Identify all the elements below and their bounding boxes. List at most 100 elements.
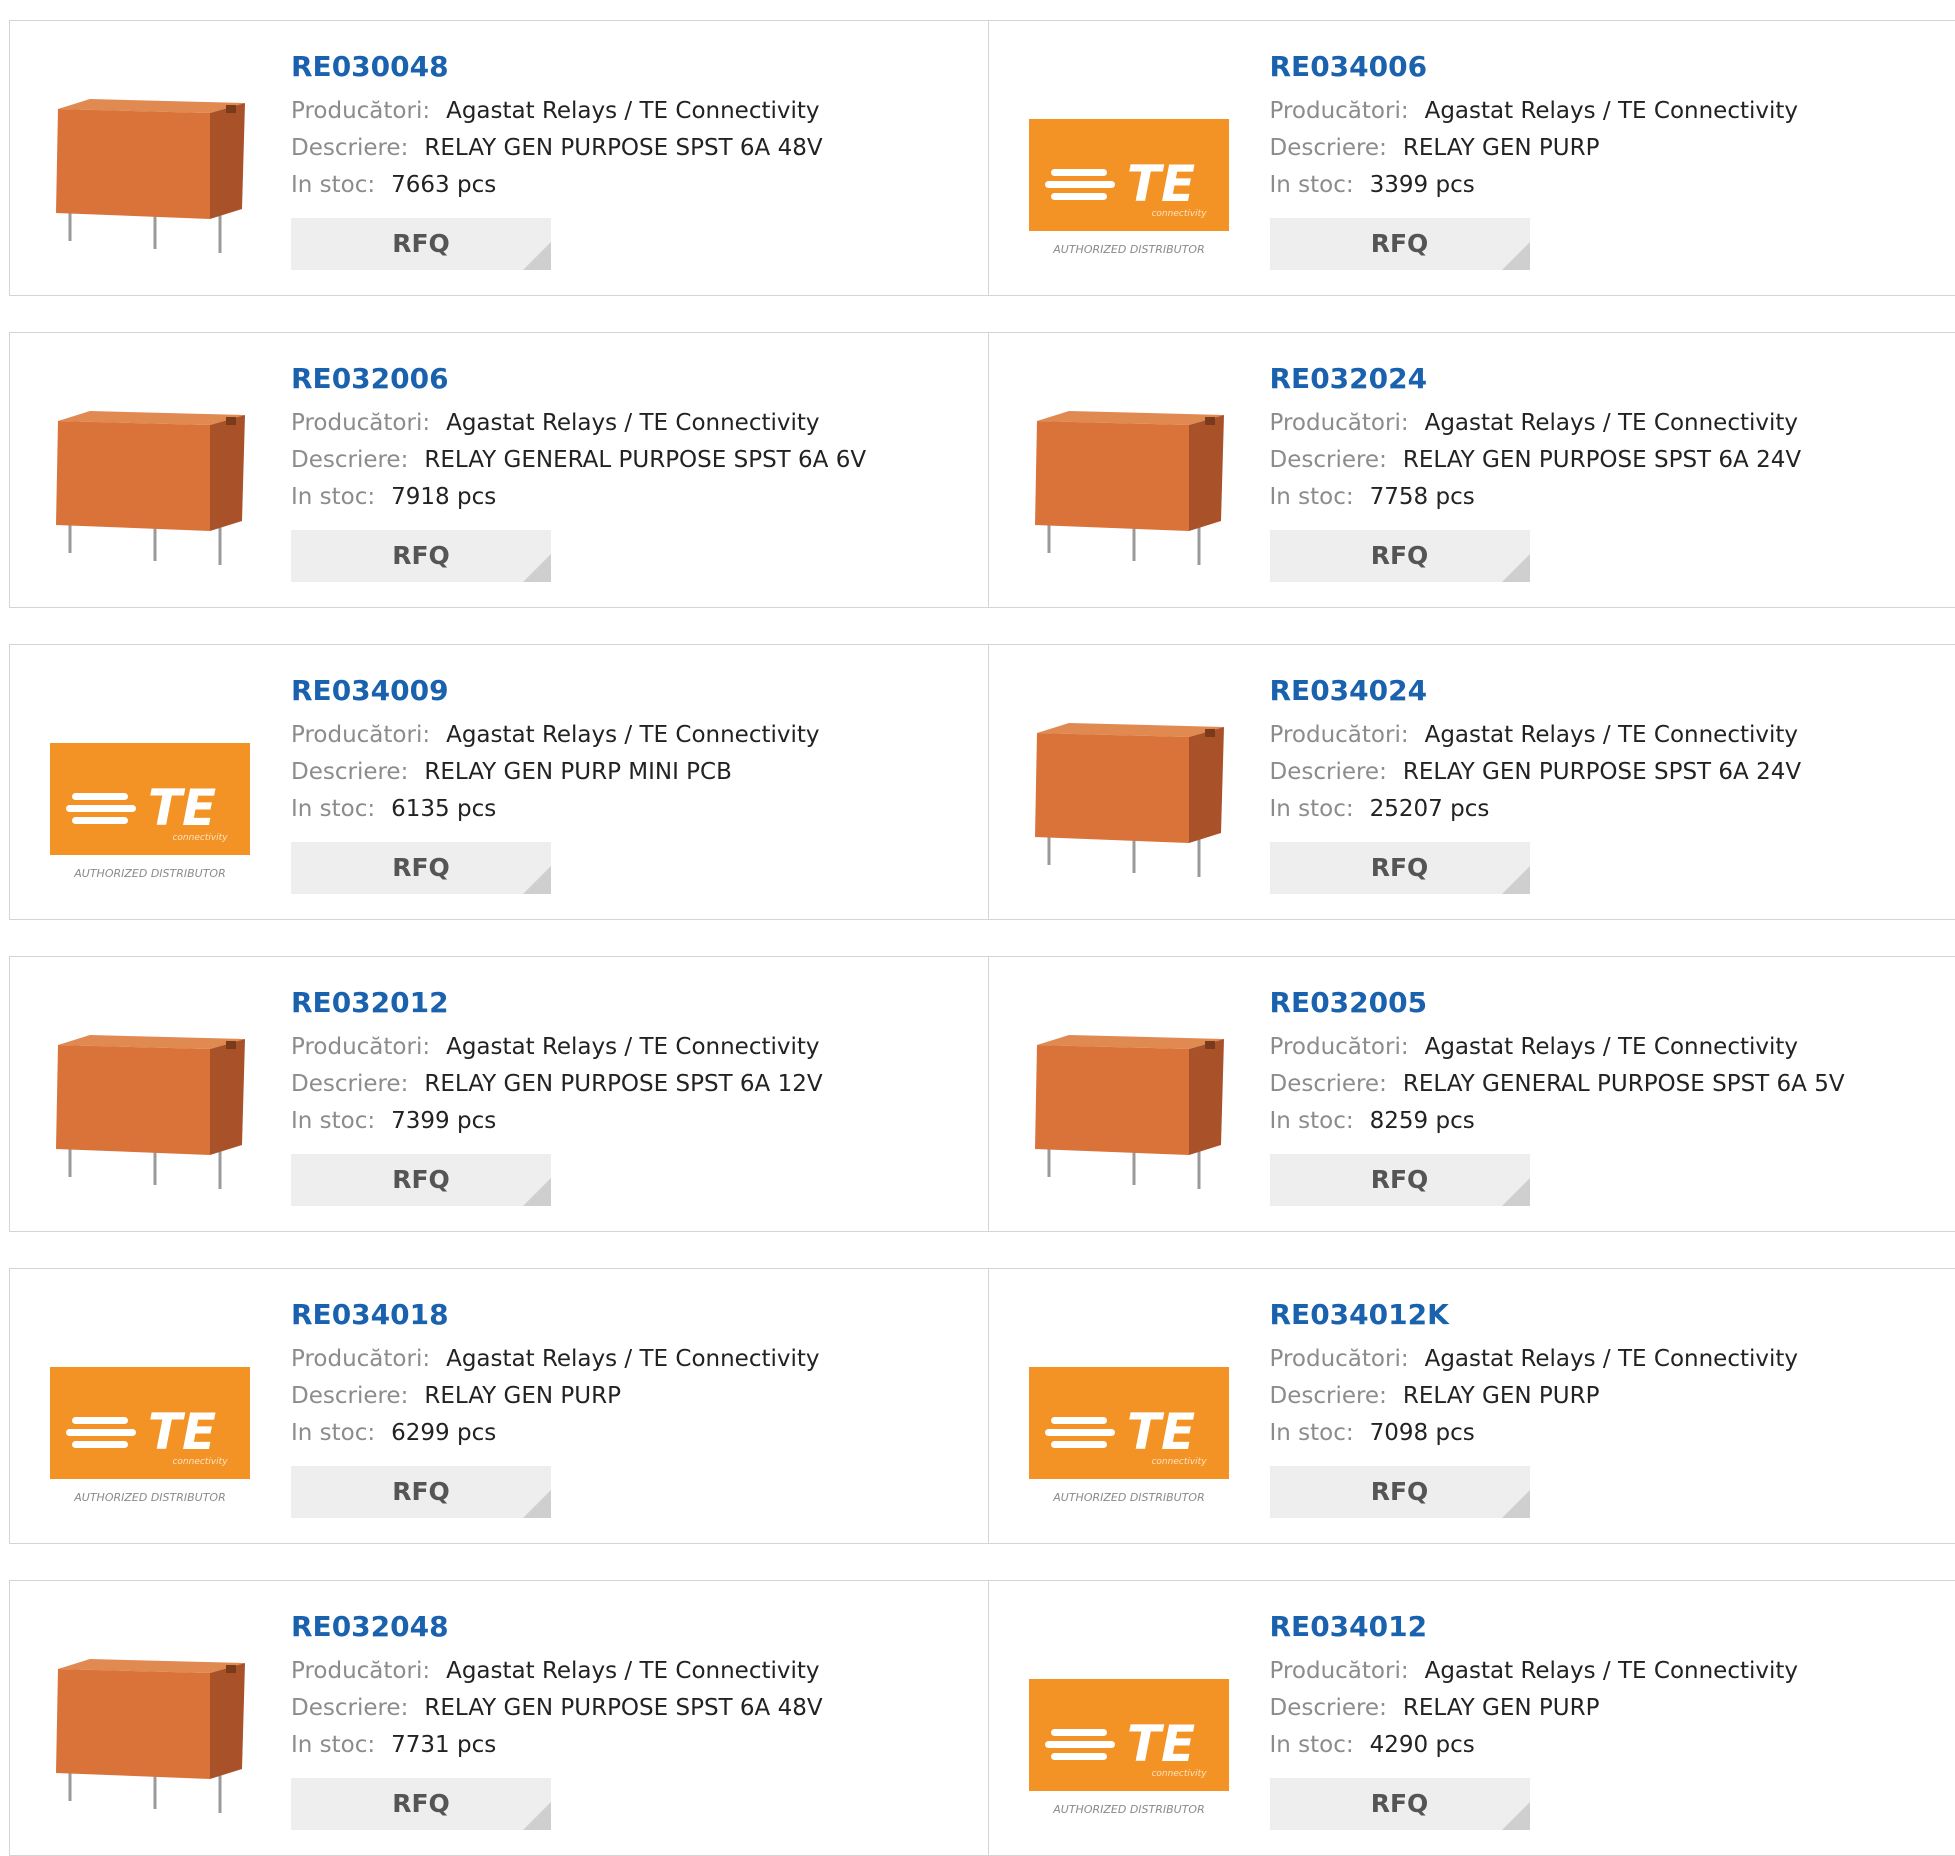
stock-line: In stoc:3399 pcs bbox=[1270, 167, 1799, 204]
stock-label: In stoc: bbox=[1270, 1108, 1354, 1134]
corner-triangle-icon bbox=[523, 554, 551, 582]
rfq-label: RFQ bbox=[392, 1165, 450, 1194]
part-number-link[interactable]: RE034018 bbox=[291, 1297, 820, 1333]
manufacturer-value: Agastat Relays / TE Connectivity bbox=[446, 1034, 819, 1060]
stock-line: In stoc:7663 pcs bbox=[291, 167, 823, 204]
te-logo-image[interactable]: TE connectivity AUTHORIZED DISTRIBUTOR bbox=[50, 705, 250, 885]
manufacturer-label: Producători: bbox=[291, 722, 430, 748]
te-logo-image[interactable]: TE connectivity AUTHORIZED DISTRIBUTOR bbox=[50, 1329, 250, 1509]
relay-image[interactable] bbox=[1029, 1017, 1229, 1197]
corner-triangle-icon bbox=[1502, 1178, 1530, 1206]
part-number-link[interactable]: RE034012 bbox=[1270, 1609, 1799, 1645]
product-card: TE connectivity AUTHORIZED DISTRIBUTOR R… bbox=[10, 645, 988, 919]
description-line: Descriere:RELAY GEN PURPOSE SPST 6A 48V bbox=[291, 130, 823, 167]
description-line: Descriere:RELAY GEN PURP bbox=[1270, 1690, 1799, 1727]
stock-value: 8259 pcs bbox=[1370, 1108, 1475, 1134]
manufacturer-value: Agastat Relays / TE Connectivity bbox=[1425, 410, 1798, 436]
manufacturer-label: Producători: bbox=[1270, 98, 1409, 124]
description-label: Descriere: bbox=[291, 759, 408, 785]
rfq-button[interactable]: RFQ bbox=[291, 218, 551, 270]
product-card: RE034024 Producători:Agastat Relays / TE… bbox=[988, 645, 1955, 919]
relay-image[interactable] bbox=[50, 393, 250, 573]
description-value: RELAY GEN PURPOSE SPST 6A 12V bbox=[424, 1071, 822, 1097]
rfq-button[interactable]: RFQ bbox=[291, 1778, 551, 1830]
description-value: RELAY GENERAL PURPOSE SPST 6A 5V bbox=[1403, 1071, 1845, 1097]
te-logo-subtext: connectivity bbox=[172, 1457, 228, 1467]
stock-label: In stoc: bbox=[1270, 1732, 1354, 1758]
rfq-button[interactable]: RFQ bbox=[291, 530, 551, 582]
rfq-button[interactable]: RFQ bbox=[1270, 842, 1530, 894]
stock-value: 4290 pcs bbox=[1370, 1732, 1475, 1758]
part-number-link[interactable]: RE032005 bbox=[1270, 985, 1845, 1021]
part-number-link[interactable]: RE032006 bbox=[291, 361, 866, 397]
manufacturer-line: Producători:Agastat Relays / TE Connecti… bbox=[1270, 1341, 1799, 1378]
stock-value: 7918 pcs bbox=[391, 484, 496, 510]
manufacturer-label: Producători: bbox=[291, 1034, 430, 1060]
te-logo-image[interactable]: TE connectivity AUTHORIZED DISTRIBUTOR bbox=[1029, 1641, 1229, 1821]
rfq-button[interactable]: RFQ bbox=[291, 842, 551, 894]
rfq-button[interactable]: RFQ bbox=[1270, 530, 1530, 582]
te-logo-image[interactable]: TE connectivity AUTHORIZED DISTRIBUTOR bbox=[1029, 1329, 1229, 1509]
relay-image[interactable] bbox=[1029, 393, 1229, 573]
relay-image[interactable] bbox=[50, 1641, 250, 1821]
te-logo-subtext: connectivity bbox=[1151, 209, 1207, 219]
stock-line: In stoc:7758 pcs bbox=[1270, 479, 1802, 516]
corner-triangle-icon bbox=[523, 866, 551, 894]
product-info: RE034009 Producători: Agastat Relays / TE… bbox=[291, 673, 820, 894]
relay-image[interactable] bbox=[50, 1017, 250, 1197]
part-number-link[interactable]: RE032012 bbox=[291, 985, 823, 1021]
manufacturer-line: Producători: Agastat Relays / TE Connecti… bbox=[291, 1653, 823, 1690]
part-number-link[interactable]: RE034006 bbox=[1270, 49, 1799, 85]
manufacturer-value: Agastat Relays / TE Connectivity bbox=[1425, 1658, 1798, 1684]
part-number-link[interactable]: RE030048 bbox=[291, 49, 823, 85]
description-value: RELAY GEN PURP bbox=[424, 1383, 621, 1409]
stock-value: 7663 pcs bbox=[391, 172, 496, 198]
description-label: Descriere: bbox=[291, 1383, 408, 1409]
description-line: Descriere:RELAY GEN PURPOSE SPST 6A 12V bbox=[291, 1066, 823, 1103]
part-number-link[interactable]: RE034012K bbox=[1270, 1297, 1799, 1333]
description-label: Descriere: bbox=[1270, 135, 1387, 161]
product-info: RE034012K Producători:Agastat Relays / T… bbox=[1270, 1297, 1799, 1518]
description-value: RELAY GEN PURP bbox=[1403, 135, 1600, 161]
te-logo-image[interactable]: TE connectivity AUTHORIZED DISTRIBUTOR bbox=[1029, 81, 1229, 261]
rfq-button[interactable]: RFQ bbox=[291, 1154, 551, 1206]
manufacturer-value: Agastat Relays / TE Connectivity bbox=[446, 1658, 819, 1684]
description-value: RELAY GEN PURPOSE SPST 6A 24V bbox=[1403, 447, 1801, 473]
part-number-link[interactable]: RE032024 bbox=[1270, 361, 1802, 397]
stock-line: In stoc:7731 pcs bbox=[291, 1727, 823, 1764]
manufacturer-value: Agastat Relays / TE Connectivity bbox=[1425, 1034, 1798, 1060]
manufacturer-value: Agastat Relays / TE Connectivity bbox=[446, 722, 819, 748]
description-line: Descriere:RELAY GEN PURPOSE SPST 6A 24V bbox=[1270, 754, 1802, 791]
part-number-link[interactable]: RE034009 bbox=[291, 673, 820, 709]
authorized-distributor-text: AUTHORIZED DISTRIBUTOR bbox=[1052, 1491, 1205, 1504]
manufacturer-label: Producători: bbox=[1270, 1658, 1409, 1684]
rfq-button[interactable]: RFQ bbox=[1270, 1778, 1530, 1830]
corner-triangle-icon bbox=[1502, 1802, 1530, 1830]
product-grid: RE030048 Producători: Agastat Relays / TE… bbox=[0, 0, 1955, 1840]
corner-triangle-icon bbox=[1502, 554, 1530, 582]
stock-value: 7098 pcs bbox=[1370, 1420, 1475, 1446]
product-row: TE connectivity AUTHORIZED DISTRIBUTOR R… bbox=[9, 644, 1955, 920]
stock-line: In stoc:7918 pcs bbox=[291, 479, 866, 516]
product-card: RE032012 Producători: Agastat Relays / TE… bbox=[10, 957, 988, 1231]
description-line: Descriere:RELAY GEN PURP bbox=[1270, 1378, 1799, 1415]
te-logo-text: TE bbox=[1126, 155, 1194, 213]
product-info: RE034006 Producători:Agastat Relays / TE… bbox=[1270, 49, 1799, 270]
rfq-button[interactable]: RFQ bbox=[291, 1466, 551, 1518]
product-card: RE032024 Producători: Agastat Relays / TE… bbox=[988, 333, 1955, 607]
part-number-link[interactable]: RE032048 bbox=[291, 1609, 823, 1645]
manufacturer-label: Producători: bbox=[1270, 410, 1409, 436]
corner-triangle-icon bbox=[1502, 242, 1530, 270]
authorized-distributor-text: AUTHORIZED DISTRIBUTOR bbox=[1052, 243, 1205, 256]
part-number-link[interactable]: RE034024 bbox=[1270, 673, 1802, 709]
relay-image[interactable] bbox=[1029, 705, 1229, 885]
rfq-label: RFQ bbox=[1371, 1165, 1429, 1194]
rfq-button[interactable]: RFQ bbox=[1270, 1154, 1530, 1206]
rfq-button[interactable]: RFQ bbox=[1270, 218, 1530, 270]
rfq-label: RFQ bbox=[392, 1477, 450, 1506]
rfq-button[interactable]: RFQ bbox=[1270, 1466, 1530, 1518]
relay-image[interactable] bbox=[50, 81, 250, 261]
manufacturer-label: Producători: bbox=[291, 1658, 430, 1684]
product-row: RE032048 Producători: Agastat Relays / TE… bbox=[9, 1580, 1955, 1856]
stock-line: In stoc:25207 pcs bbox=[1270, 791, 1802, 828]
